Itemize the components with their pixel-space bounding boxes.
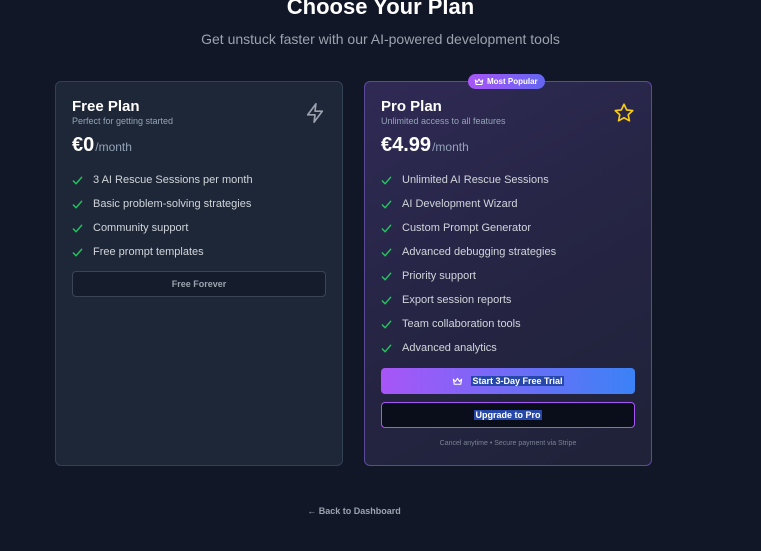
feature-label: Advanced debugging strategies: [402, 246, 557, 258]
feature-list: 3 AI Rescue Sessions per month Basic pro…: [72, 168, 326, 264]
check-icon: [381, 176, 392, 184]
feature-label: Free prompt templates: [93, 246, 204, 258]
payment-note: Cancel anytime • Secure payment via Stri…: [439, 440, 577, 447]
feature-item: Community support: [72, 216, 326, 240]
price-period: /month: [432, 140, 469, 154]
free-plan-card: Free Plan Perfect for getting started €0…: [55, 81, 343, 466]
page-title: Choose Your Plan: [286, 0, 475, 19]
lightning-icon: [306, 103, 324, 123]
price: €0: [72, 134, 95, 156]
plan-description: Perfect for getting started: [72, 116, 174, 126]
star-icon: [614, 103, 634, 122]
feature-item: Unlimited AI Rescue Sessions: [381, 168, 635, 192]
feature-label: Basic problem-solving strategies: [93, 198, 252, 210]
feature-item: Free prompt templates: [72, 240, 326, 264]
most-popular-badge: Most Popular: [468, 74, 545, 89]
feature-item: Custom Prompt Generator: [381, 216, 635, 240]
check-icon: [72, 200, 83, 208]
plan-name: Free Plan: [72, 98, 140, 115]
plan-name: Pro Plan: [381, 98, 442, 115]
free-forever-button[interactable]: Free Forever: [72, 271, 326, 297]
feature-item: Priority support: [381, 264, 635, 288]
check-icon: [381, 248, 392, 256]
upgrade-button[interactable]: Upgrade to Pro: [381, 402, 635, 428]
feature-list: Unlimited AI Rescue Sessions AI Developm…: [381, 168, 635, 360]
check-icon: [381, 224, 392, 232]
check-icon: [72, 224, 83, 232]
price-period: /month: [95, 140, 132, 154]
check-icon: [381, 320, 392, 328]
start-trial-button[interactable]: Start 3-Day Free Trial: [381, 368, 635, 394]
check-icon: [381, 344, 392, 352]
button-label: Start 3-Day Free Trial: [471, 376, 564, 386]
crown-icon: [474, 78, 484, 85]
feature-item: AI Development Wizard: [381, 192, 635, 216]
price: €4.99: [381, 134, 432, 156]
back-to-dashboard-link[interactable]: ← Back to Dashboard: [0, 506, 708, 516]
price-row: €4.99 /month: [381, 132, 635, 160]
pro-plan-card: Most Popular Pro Plan Unlimited access t…: [364, 74, 652, 466]
price-row: €0 /month: [72, 132, 326, 160]
page-subtitle: Get unstuck faster with our AI-powered d…: [201, 31, 560, 47]
feature-label: Unlimited AI Rescue Sessions: [402, 174, 549, 186]
check-icon: [381, 200, 392, 208]
feature-label: Advanced analytics: [402, 342, 497, 354]
check-icon: [381, 296, 392, 304]
feature-item: Advanced analytics: [381, 336, 635, 360]
feature-label: Team collaboration tools: [402, 318, 521, 330]
feature-label: Export session reports: [402, 294, 512, 306]
button-label: Free Forever: [171, 279, 227, 289]
feature-item: Advanced debugging strategies: [381, 240, 635, 264]
feature-label: Community support: [93, 222, 189, 234]
check-icon: [381, 272, 392, 280]
feature-label: AI Development Wizard: [402, 198, 518, 210]
crown-icon: [453, 377, 463, 385]
feature-item: Export session reports: [381, 288, 635, 312]
feature-label: Custom Prompt Generator: [402, 222, 531, 234]
feature-label: 3 AI Rescue Sessions per month: [93, 174, 253, 186]
plan-description: Unlimited access to all features: [381, 116, 506, 126]
check-icon: [72, 176, 83, 184]
check-icon: [72, 248, 83, 256]
feature-item: Basic problem-solving strategies: [72, 192, 326, 216]
button-label: Upgrade to Pro: [474, 410, 542, 420]
feature-item: Team collaboration tools: [381, 312, 635, 336]
feature-label: Priority support: [402, 270, 476, 282]
feature-item: 3 AI Rescue Sessions per month: [72, 168, 326, 192]
badge-label: Most Popular: [487, 77, 538, 86]
